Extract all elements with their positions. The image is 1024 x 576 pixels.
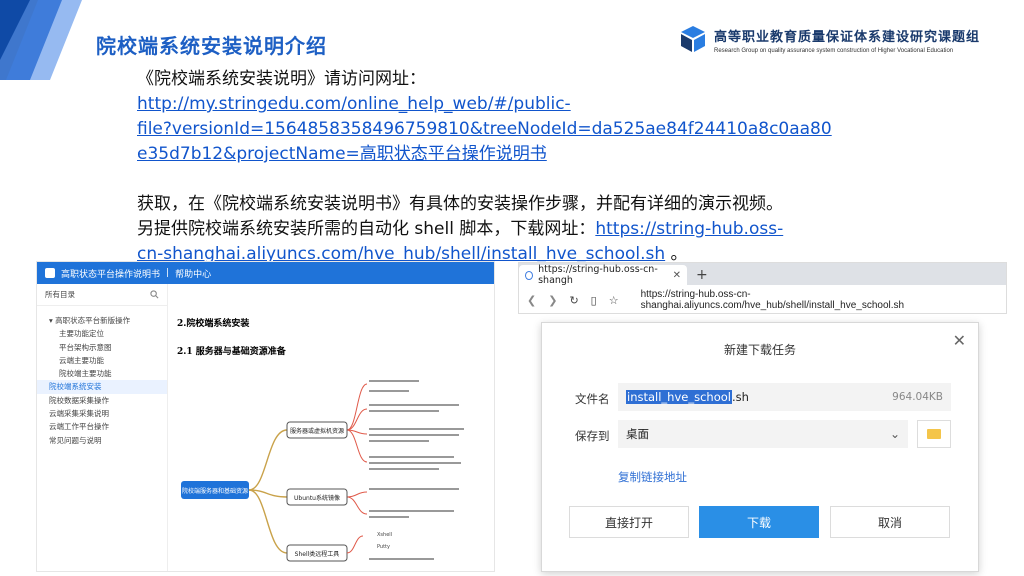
- sidebar-item[interactable]: 院校端主要功能: [37, 367, 167, 380]
- doc-heading-1: 2.院校端系统安装: [177, 319, 250, 329]
- cube-logo-icon: [681, 26, 705, 52]
- back-icon[interactable]: ❮: [527, 294, 536, 307]
- forward-icon[interactable]: ❯: [548, 294, 557, 307]
- saveto-label: 保存到: [575, 429, 610, 443]
- help-doc-screenshot: 高职状态平台操作说明书 | 帮助中心 所有目录 ▾ 高职状态平台新版操作 主要功…: [36, 261, 495, 572]
- para2-prefix: 另提供院校端系统安装所需的自动化 shell 脚本，下载网址：: [137, 219, 596, 239]
- cancel-button[interactable]: 取消: [830, 506, 950, 538]
- sidebar-item[interactable]: ▾ 高职状态平台新版操作: [37, 314, 167, 327]
- new-tab-icon[interactable]: +: [696, 267, 708, 283]
- download-button[interactable]: 下载: [699, 506, 819, 538]
- address-url[interactable]: https://string-hub.oss-cn-shanghai.aliyu…: [641, 289, 1006, 311]
- copy-link-button[interactable]: 复制链接地址: [618, 469, 687, 485]
- help-center-link[interactable]: 帮助中心: [175, 267, 211, 280]
- close-icon[interactable]: ✕: [953, 331, 966, 350]
- intro-line: 《院校端系统安装说明》请访问网址：: [137, 69, 426, 89]
- saveto-select[interactable]: 桌面 ⌄: [618, 420, 908, 448]
- mind-branch-servers: 服务器或虚拟机资源: [290, 427, 344, 435]
- sidebar-item[interactable]: 平台架构示意图: [37, 341, 167, 354]
- manual-link-line1[interactable]: http://my.stringedu.com/online_help_web/…: [137, 94, 571, 114]
- tab-close-icon[interactable]: ✕: [673, 270, 681, 281]
- tab-label: https://string-hub.oss-cn-shangh: [538, 264, 658, 286]
- file-size: 964.04KB: [892, 391, 943, 403]
- sidebar-item[interactable]: 主要功能定位: [37, 327, 167, 340]
- help-doc-topbar: 高职状态平台操作说明书 | 帮助中心: [37, 262, 494, 284]
- manual-link-line2[interactable]: file?versionId=1564858358496759810&treeN…: [137, 119, 832, 139]
- browse-folder-button[interactable]: [917, 420, 951, 448]
- mind-branch-ubuntu: Ubuntu系统镜像: [294, 494, 340, 502]
- script-link-line1[interactable]: https://string-hub.oss-: [595, 219, 783, 239]
- doc-heading-2: 2.1 服务器与基础资源准备: [177, 347, 286, 357]
- reader-icon[interactable]: ▯: [591, 294, 597, 307]
- sidebar-item[interactable]: 常见问题与说明: [37, 434, 167, 447]
- sidebar-item[interactable]: 云端采集采集说明: [37, 407, 167, 420]
- filename-label: 文件名: [575, 392, 610, 406]
- download-dialog: 新建下载任务 ✕ 文件名 install_hve_school .sh 964.…: [541, 322, 979, 572]
- sidebar-item[interactable]: 云端工作平台操作: [37, 420, 167, 433]
- mind-root-label: 院校端服务器和基础资源: [182, 487, 248, 495]
- reload-icon[interactable]: ↻: [569, 294, 578, 307]
- chevron-down-icon: ⌄: [889, 427, 900, 441]
- help-doc-title: 高职状态平台操作说明书: [61, 269, 161, 280]
- browser-tabbar: https://string-hub.oss-cn-shangh ✕ +: [519, 263, 1006, 286]
- slide-title: 院校端系统安装说明介绍: [96, 34, 327, 58]
- filename-field[interactable]: install_hve_school .sh 964.04KB: [618, 383, 951, 411]
- sidebar-item[interactable]: 院校数据采集操作: [37, 394, 167, 407]
- help-doc-content: 2.院校端系统安装 2.1 服务器与基础资源准备 院校端服务器和基础资源 服务器…: [177, 284, 494, 571]
- folder-icon: [927, 429, 941, 439]
- saveto-value: 桌面: [626, 427, 649, 441]
- body-text: 《院校端系统安装说明》请访问网址： http://my.stringedu.co…: [137, 67, 897, 267]
- sidebar-item[interactable]: 云端主要功能: [37, 354, 167, 367]
- doc-logo-icon: [45, 268, 55, 278]
- mind-leaf-xshell: Xshell: [377, 532, 392, 538]
- mind-map: 院校端服务器和基础资源 服务器或虚拟机资源 Ubuntu系统镜像 Shell类远…: [181, 380, 464, 562]
- logo-text-cn: 高等职业教育质量保证体系建设研究课题组: [714, 30, 981, 45]
- help-doc-sidebar: 所有目录 ▾ 高职状态平台新版操作 主要功能定位 平台架构示意图 云端主要功能 …: [37, 284, 168, 571]
- filename-selected-text: install_hve_school: [626, 390, 732, 404]
- filename-extension: .sh: [731, 390, 749, 404]
- bookmark-star-icon[interactable]: ☆: [609, 294, 619, 307]
- org-logo: 高等职业教育质量保证体系建设研究课题组 Research Group on qu…: [678, 24, 980, 54]
- browser-tab[interactable]: https://string-hub.oss-cn-shangh ✕: [519, 264, 687, 286]
- para2-end: 。: [665, 244, 688, 264]
- mind-leaf-putty: Putty: [377, 544, 390, 550]
- browser-window: https://string-hub.oss-cn-shangh ✕ + ❮ ❯…: [518, 262, 1007, 314]
- slide: 院校端系统安装说明介绍 高等职业教育质量保证体系建设研究课题组 Research…: [0, 0, 1024, 576]
- search-icon[interactable]: [150, 290, 159, 299]
- address-bar: ❮ ❯ ↻ ▯ ☆ https://string-hub.oss-cn-shan…: [519, 285, 1006, 315]
- mind-branch-shell-tools: Shell类远程工具: [295, 550, 340, 558]
- manual-link-line3[interactable]: e35d7b12&projectName=高职状态平台操作说明书: [137, 144, 547, 164]
- sidebar-header: 所有目录: [37, 284, 167, 306]
- sidebar-item-active[interactable]: 院校端系统安装: [37, 380, 167, 394]
- open-directly-button[interactable]: 直接打开: [569, 506, 689, 538]
- topbar-separator: |: [166, 268, 170, 278]
- logo-text-en: Research Group on quality assurance syst…: [714, 48, 954, 54]
- corner-decoration: [0, 0, 82, 80]
- dialog-title: 新建下载任务: [723, 343, 796, 357]
- para2-line1: 获取，在《院校端系统安装说明书》有具体的安装操作步骤，并配有详细的演示视频。: [137, 194, 783, 214]
- tab-favicon-icon: [525, 270, 534, 280]
- sidebar-title: 所有目录: [45, 290, 75, 299]
